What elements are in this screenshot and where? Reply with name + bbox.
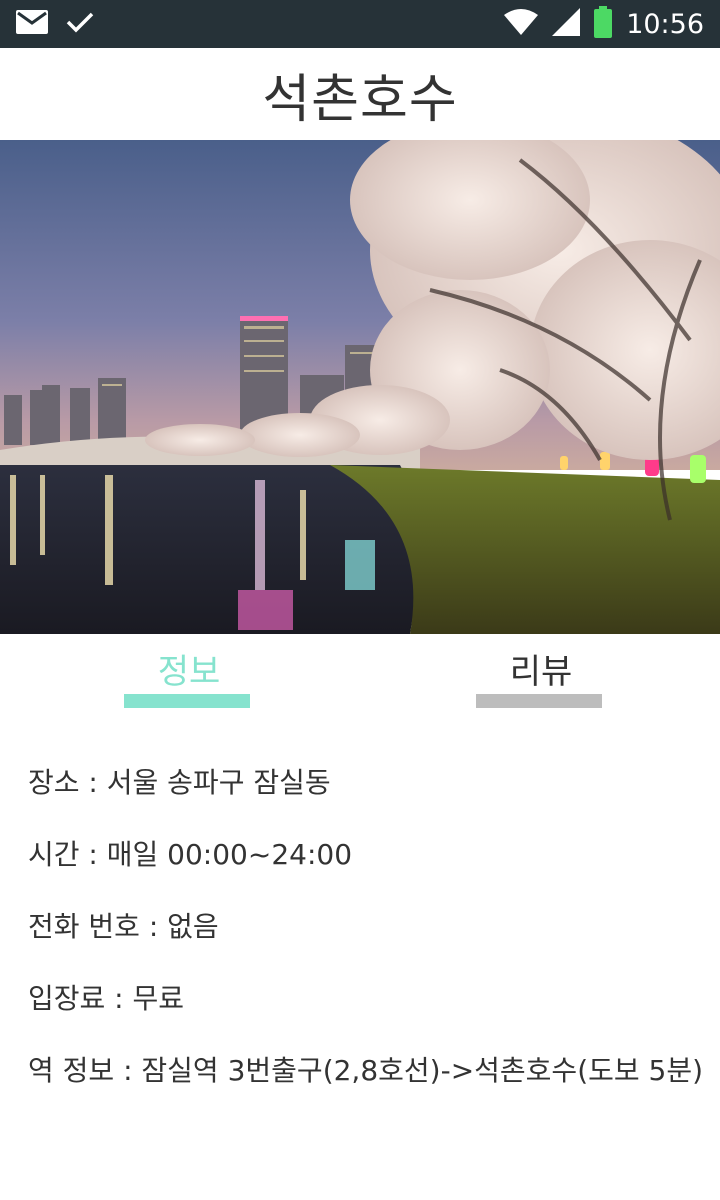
- status-bar-left: [16, 10, 94, 38]
- status-bar-right: 10:56: [504, 6, 704, 42]
- tab-info-label: 정보: [157, 652, 221, 692]
- mail-icon: [16, 10, 48, 38]
- signal-icon: [552, 8, 581, 40]
- info-location: 장소 : 서울 송파구 잠실동: [28, 766, 331, 799]
- tab-info-indicator: [124, 694, 250, 708]
- hero-image: [0, 140, 720, 634]
- tab-review-indicator: [476, 694, 602, 708]
- info-station: 역 정보 : 잠실역 3번출구(2,8호선)->석촌호수(도보 5분): [28, 1054, 704, 1087]
- battery-icon: [594, 6, 613, 42]
- page-title: 석촌호수: [262, 69, 458, 130]
- info-phone: 전화 번호 : 없음: [28, 910, 219, 943]
- check-icon: [66, 11, 94, 37]
- status-time: 10:56: [626, 8, 704, 40]
- tab-review-label: 리뷰: [509, 652, 573, 692]
- wifi-icon: [504, 9, 539, 39]
- info-list: 장소 : 서울 송파구 잠실동 시간 : 매일 00:00~24:00 전화 번…: [28, 755, 720, 1115]
- tab-review[interactable]: 리뷰: [476, 634, 606, 710]
- status-bar: 10:56: [0, 0, 720, 48]
- info-admission: 입장료 : 무료: [28, 982, 185, 1015]
- info-hours: 시간 : 매일 00:00~24:00: [28, 838, 353, 871]
- tab-bar: 정보 리뷰: [0, 634, 720, 710]
- tab-info[interactable]: 정보: [124, 634, 254, 710]
- title-bar: 석촌호수: [0, 48, 720, 140]
